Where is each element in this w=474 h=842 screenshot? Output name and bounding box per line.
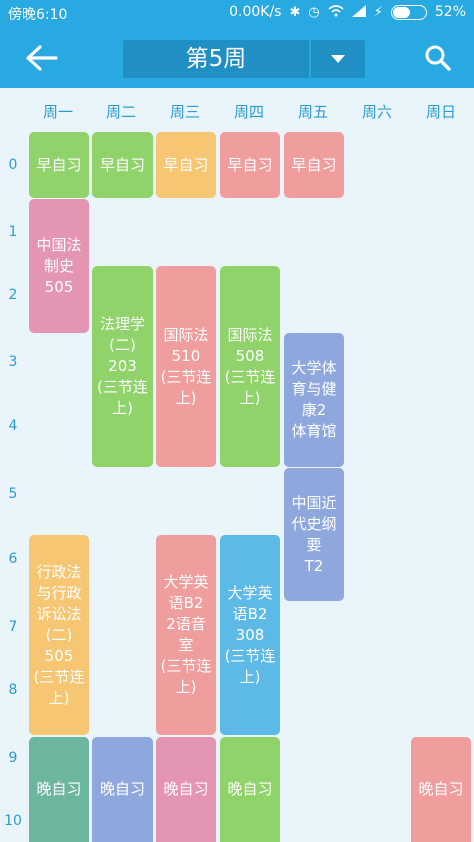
course-block[interactable]: 晚自习 xyxy=(220,737,280,842)
course-block[interactable]: 晚自习 xyxy=(156,737,216,842)
alarm-icon: ◷ xyxy=(308,4,320,20)
search-icon xyxy=(425,45,451,71)
period-number: 9 xyxy=(8,750,18,766)
back-button[interactable] xyxy=(22,38,62,78)
arrow-left-icon xyxy=(26,45,58,71)
course-block[interactable]: 早自习 xyxy=(220,132,280,198)
day-label: 周二 xyxy=(105,103,136,121)
wifi-icon xyxy=(328,4,344,20)
day-label: 周四 xyxy=(233,103,264,121)
course-block[interactable]: 早自习 xyxy=(156,132,216,198)
period-number: 3 xyxy=(8,354,18,370)
day-header: 周一 周二 周三 周四 周五 周六 周日 xyxy=(0,88,474,128)
day-label: 周三 xyxy=(169,103,200,121)
course-block[interactable]: 晚自习 xyxy=(411,737,471,842)
caret-down-icon xyxy=(331,55,345,63)
course-block[interactable]: 行政法 与行政 诉讼法 (二) 505 (三节连 上) xyxy=(29,535,89,735)
period-number: 2 xyxy=(8,287,18,303)
course-block[interactable]: 国际法 508 (三节连 上) xyxy=(220,266,280,467)
week-dropdown-button[interactable] xyxy=(311,40,365,78)
period-number: 4 xyxy=(8,418,18,434)
day-label: 周日 xyxy=(425,103,456,121)
battery-percent: 52% xyxy=(434,4,466,20)
course-block[interactable]: 早自习 xyxy=(284,132,344,198)
course-block[interactable]: 国际法 510 (三节连 上) xyxy=(156,266,216,467)
period-number: 0 xyxy=(8,157,18,173)
course-block[interactable]: 中国近 代史纲 要 T2 xyxy=(284,468,344,601)
status-icons: 0.00K/s ✱ ◷ ⚡ 52% xyxy=(229,4,466,20)
course-block[interactable]: 中国法 制史 505 xyxy=(29,199,89,333)
course-block[interactable]: 晚自习 xyxy=(29,737,89,842)
period-number: 7 xyxy=(8,619,18,635)
status-bar: 傍晚6:10 0.00K/s ✱ ◷ ⚡ 52% xyxy=(0,0,474,26)
day-label: 周一 xyxy=(42,103,73,121)
week-label[interactable]: 第5周 xyxy=(123,40,309,78)
network-speed: 0.00K/s xyxy=(229,4,282,20)
charging-icon: ⚡ xyxy=(373,4,383,20)
status-time: 傍晚6:10 xyxy=(8,7,68,23)
course-block[interactable]: 法理学 (二) 203 (三节连 上) xyxy=(92,266,153,467)
period-number: 10 xyxy=(4,813,22,829)
course-block[interactable]: 早自习 xyxy=(29,132,89,198)
period-number: 8 xyxy=(8,682,18,698)
period-number: 6 xyxy=(8,551,18,567)
period-number: 5 xyxy=(8,486,18,502)
course-block[interactable]: 大学英 语B2 308 (三节连 上) xyxy=(220,535,280,735)
day-label: 周六 xyxy=(361,103,392,121)
app-bar: 第5周 xyxy=(0,26,474,88)
battery-icon xyxy=(390,4,427,20)
period-number: 1 xyxy=(8,224,18,240)
search-button[interactable] xyxy=(420,40,456,76)
signal-icon xyxy=(351,4,366,20)
course-block[interactable]: 大学英 语B2 2语音室 (三节连 上) xyxy=(156,535,216,735)
bluetooth-icon: ✱ xyxy=(289,4,301,20)
week-selector[interactable]: 第5周 xyxy=(123,40,365,78)
course-block[interactable]: 大学体 育与健 康2 体育馆 xyxy=(284,333,344,467)
course-block[interactable]: 早自习 xyxy=(92,132,153,198)
course-block[interactable]: 晚自习 xyxy=(92,737,153,842)
day-label: 周五 xyxy=(297,103,328,121)
